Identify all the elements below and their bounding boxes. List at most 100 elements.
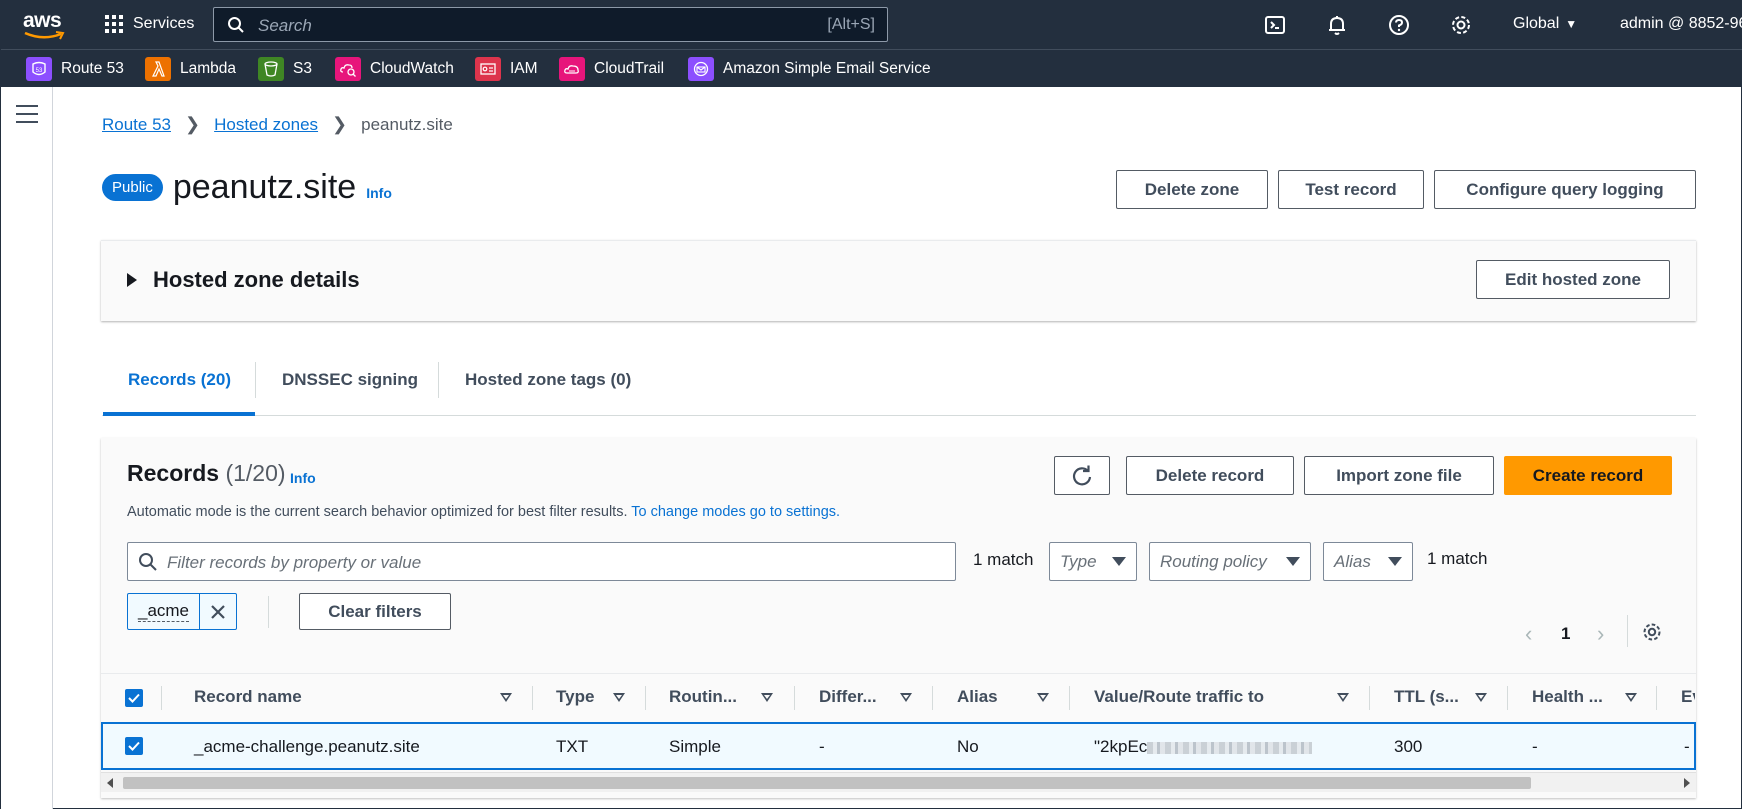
- breadcrumb-hosted-zones[interactable]: Hosted zones: [214, 115, 318, 135]
- caret-down-icon: ▼: [1565, 17, 1578, 31]
- cloudshell-icon[interactable]: [1263, 13, 1287, 37]
- region-selector[interactable]: Global ▼: [1513, 15, 1577, 33]
- favorite-s3[interactable]: S3: [258, 57, 312, 81]
- favorite-route53[interactable]: 53 Route 53: [26, 57, 124, 81]
- edit-hosted-zone-button[interactable]: Edit hosted zone: [1476, 260, 1670, 299]
- configure-query-logging-button[interactable]: Configure query logging: [1434, 170, 1696, 209]
- table-row[interactable]: _acme-challenge.peanutz.site TXT Simple …: [101, 722, 1696, 770]
- favorites-bar: 53 Route 53 Lambda S3 CloudWatch IAM Clo…: [1, 49, 1742, 87]
- sort-icon[interactable]: [1475, 693, 1487, 702]
- divider: [268, 596, 269, 628]
- favorite-label: Lambda: [180, 60, 237, 77]
- sort-icon[interactable]: [1625, 693, 1637, 702]
- delete-zone-button[interactable]: Delete zone: [1116, 170, 1268, 209]
- sort-icon[interactable]: [761, 693, 773, 702]
- sort-icon[interactable]: [500, 693, 512, 702]
- tab-records[interactable]: Records (20): [128, 370, 231, 390]
- refresh-button[interactable]: [1054, 456, 1110, 495]
- filter-records-input[interactable]: Filter records by property or value: [127, 542, 956, 581]
- alias-filter-label: Alias: [1334, 551, 1371, 571]
- favorite-label: IAM: [510, 60, 538, 77]
- hamburger-menu-icon[interactable]: [16, 105, 38, 129]
- region-label: Global: [1513, 15, 1560, 32]
- column-header-record-name[interactable]: Record name: [194, 687, 302, 707]
- table-preferences-gear-icon[interactable]: [1641, 621, 1663, 643]
- search-mode-text: Automatic mode is the current search beh…: [127, 504, 628, 520]
- info-link[interactable]: Info: [366, 185, 392, 201]
- cloudwatch-icon: [335, 57, 361, 81]
- previous-page-button[interactable]: ‹: [1525, 621, 1532, 647]
- select-all-checkbox[interactable]: [125, 689, 143, 707]
- remove-filter-button[interactable]: [200, 594, 236, 629]
- horizontal-scrollbar[interactable]: [101, 772, 1696, 792]
- cell-alias: No: [957, 737, 979, 756]
- favorite-lambda[interactable]: Lambda: [145, 57, 236, 81]
- bell-icon[interactable]: [1325, 13, 1349, 37]
- routing-policy-dropdown[interactable]: Routing policy: [1149, 542, 1311, 581]
- column-header-routing[interactable]: Routin...: [669, 687, 737, 707]
- favorite-cloudtrail[interactable]: CloudTrail: [559, 57, 664, 81]
- help-icon[interactable]: [1387, 13, 1411, 37]
- column-divider: [532, 686, 533, 710]
- column-header-alias[interactable]: Alias: [957, 687, 998, 707]
- redacted-value: [1147, 741, 1313, 754]
- alias-filter-dropdown[interactable]: Alias: [1323, 542, 1413, 581]
- settings-link[interactable]: To change modes go to settings.: [631, 504, 840, 520]
- breadcrumb-current: peanutz.site: [361, 114, 453, 134]
- type-filter-dropdown[interactable]: Type: [1049, 542, 1137, 581]
- sort-icon[interactable]: [1037, 693, 1049, 702]
- sort-icon[interactable]: [900, 693, 912, 702]
- sort-icon[interactable]: [1337, 693, 1349, 702]
- column-divider: [932, 686, 933, 710]
- column-header-health[interactable]: Health ...: [1532, 687, 1603, 707]
- hosted-zone-details-panel: Hosted zone details: [101, 240, 1696, 321]
- filter-token-value[interactable]: _acme: [128, 594, 200, 629]
- column-header-differentiator[interactable]: Differ...: [819, 687, 877, 707]
- services-menu-button[interactable]: Services: [105, 15, 194, 33]
- sort-icon[interactable]: [613, 693, 625, 702]
- search-input[interactable]: Search [Alt+S]: [213, 7, 888, 42]
- tab-hosted-zone-tags[interactable]: Hosted zone tags (0): [465, 370, 631, 390]
- favorite-iam[interactable]: IAM: [475, 57, 538, 81]
- scrollbar-thumb[interactable]: [123, 777, 1531, 789]
- filter-token: _acme: [127, 593, 237, 630]
- tab-dnssec-signing[interactable]: DNSSEC signing: [282, 370, 418, 390]
- column-header-ttl[interactable]: TTL (s...: [1394, 687, 1459, 707]
- favorite-label: Route 53: [61, 60, 124, 77]
- hosted-zone-details-toggle[interactable]: Hosted zone details: [153, 267, 360, 293]
- scroll-left-arrow-icon[interactable]: [107, 778, 113, 788]
- import-zone-file-button[interactable]: Import zone file: [1304, 456, 1494, 495]
- next-page-button[interactable]: ›: [1597, 621, 1604, 647]
- column-header-value[interactable]: Value/Route traffic to: [1094, 687, 1264, 707]
- search-icon: [228, 17, 244, 33]
- match-count-secondary: 1 match: [1427, 549, 1488, 568]
- column-header-type[interactable]: Type: [556, 687, 594, 707]
- scroll-right-arrow-icon[interactable]: [1684, 778, 1690, 788]
- favorite-cloudwatch[interactable]: CloudWatch: [335, 57, 454, 81]
- account-menu[interactable]: admin @ 8852-96: [1620, 15, 1742, 33]
- delete-record-button[interactable]: Delete record: [1126, 456, 1294, 495]
- refresh-icon: [1072, 465, 1092, 485]
- aws-logo[interactable]: aws: [23, 9, 69, 41]
- records-heading: Records (1/20): [127, 460, 286, 487]
- cell-record-name[interactable]: _acme-challenge.peanutz.site: [194, 737, 420, 757]
- caret-right-icon[interactable]: [127, 273, 137, 287]
- records-info-link[interactable]: Info: [290, 470, 316, 486]
- create-record-button[interactable]: Create record: [1504, 456, 1672, 495]
- favorite-ses[interactable]: Amazon Simple Email Service: [688, 57, 931, 81]
- gear-icon[interactable]: [1449, 13, 1473, 37]
- row-checkbox[interactable]: [125, 737, 143, 755]
- cell-ttl: 300: [1394, 737, 1423, 756]
- test-record-button[interactable]: Test record: [1278, 170, 1424, 209]
- breadcrumb-route53[interactable]: Route 53: [102, 115, 171, 135]
- services-label: Services: [133, 15, 195, 32]
- table-header: Record name Type Routin... Differ... Ali…: [101, 673, 1696, 721]
- page-number[interactable]: 1: [1561, 624, 1570, 644]
- tab-divider: [438, 362, 439, 398]
- tab-divider: [255, 362, 256, 398]
- clear-filters-button[interactable]: Clear filters: [299, 593, 451, 630]
- caret-down-icon: [1112, 557, 1126, 566]
- aws-smile-icon: [24, 31, 65, 40]
- caret-down-icon: [1286, 557, 1300, 566]
- column-header-evaluate[interactable]: Ev: [1681, 687, 1695, 707]
